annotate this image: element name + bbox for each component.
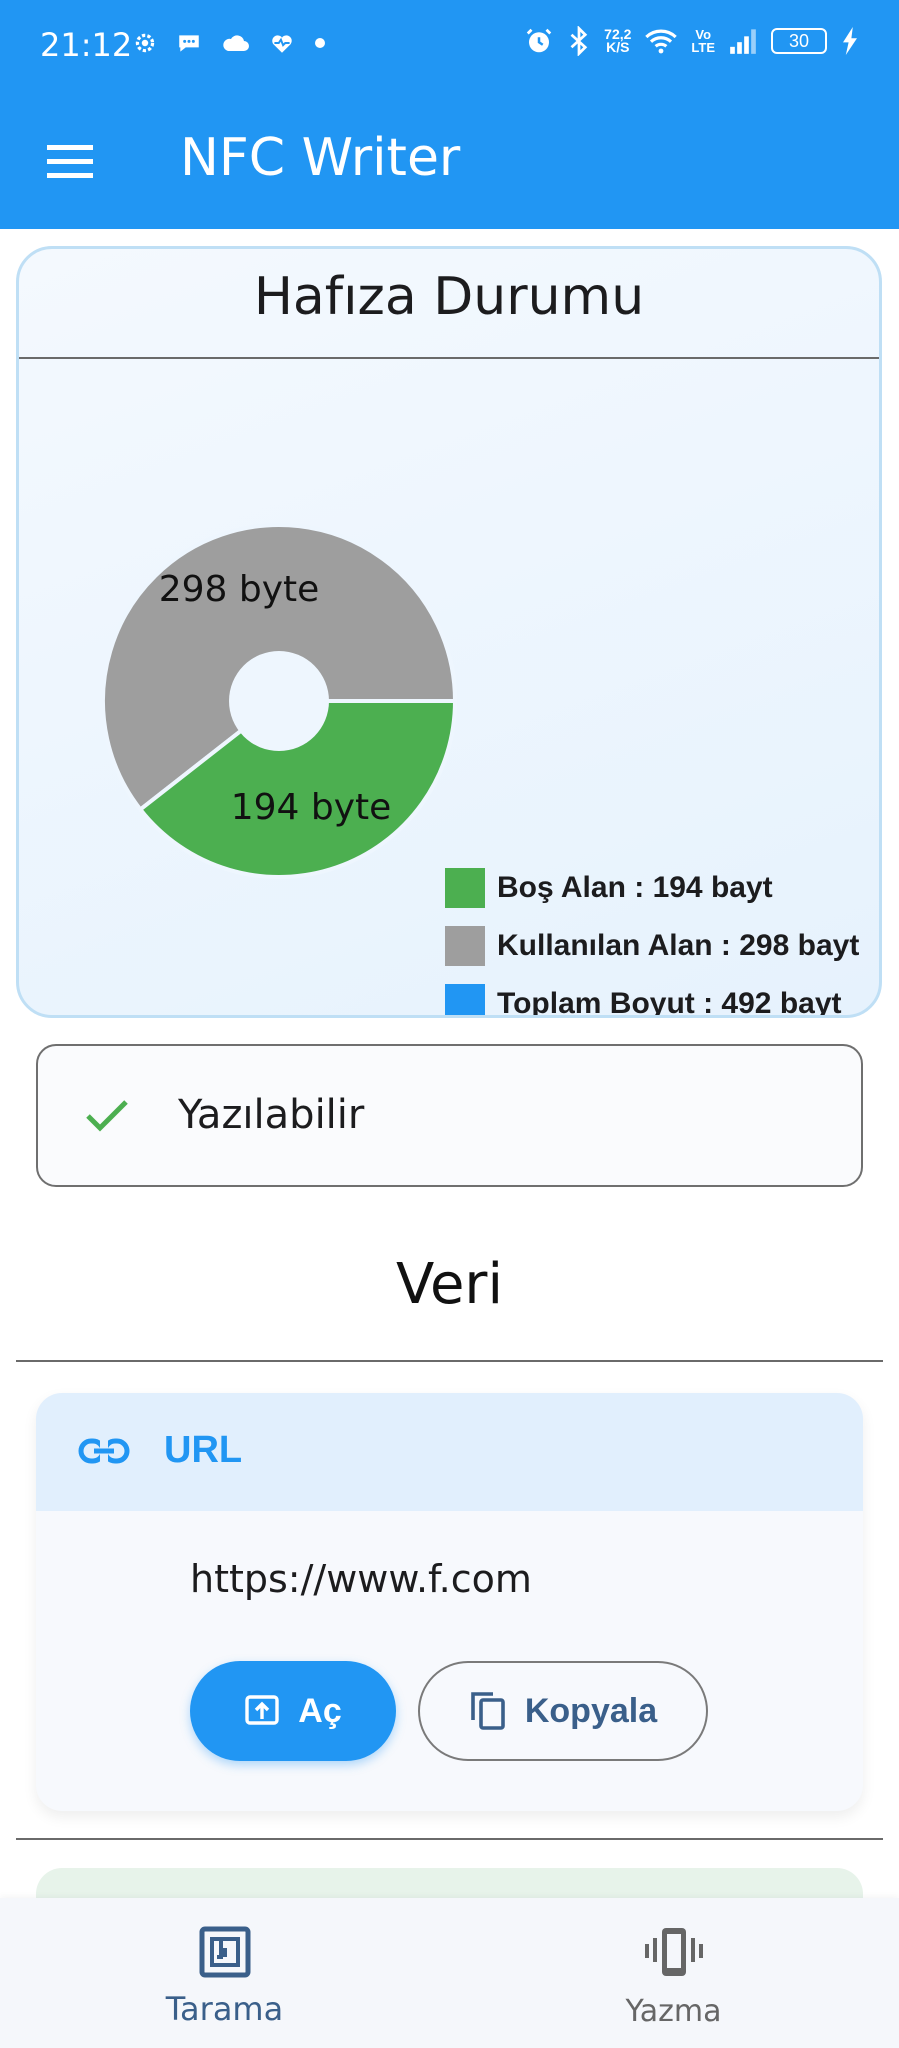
nav-label-tarama: Tarama <box>165 1990 284 2028</box>
url-record-card: URL https://www.f.com Aç Kopyala <box>36 1393 863 1811</box>
chat-bubble-icon <box>176 30 202 56</box>
signal-icon <box>729 28 757 54</box>
settings-icon <box>132 30 158 56</box>
app-title: NFC Writer <box>180 128 461 188</box>
check-icon <box>82 1090 132 1145</box>
nav-item-tarama[interactable]: Tarama <box>0 1898 449 2048</box>
legend-label: Toplam Boyut : 492 bayt <box>497 987 842 1018</box>
wifi-icon <box>645 27 678 55</box>
memory-donut-chart: 298 byte 194 byte <box>101 523 458 879</box>
hamburger-menu-icon <box>47 145 93 178</box>
nav-item-yazma[interactable]: Yazma <box>449 1898 898 2048</box>
slice-label: 194 byte <box>231 787 392 828</box>
legend-item: Boş Alan : 194 bayt <box>445 859 859 917</box>
chart-legend: Boş Alan : 194 bayt Kullanılan Alan : 298… <box>445 859 859 1018</box>
bottom-navigation: Tarama Yazma <box>0 1898 899 2048</box>
legend-swatch <box>445 926 485 966</box>
writable-status-text: Yazılabilir <box>178 1092 365 1138</box>
writable-status-card: Yazılabilir <box>36 1044 863 1187</box>
open-button-label: Aç <box>298 1691 342 1730</box>
vibrate-phone-icon <box>643 1926 705 1983</box>
nav-label-yazma: Yazma <box>625 1994 722 2029</box>
open-in-new-icon <box>245 1695 279 1725</box>
heart-pulse-icon <box>268 30 296 56</box>
bluetooth-icon <box>568 26 590 56</box>
legend-swatch <box>445 868 485 908</box>
open-url-button[interactable]: Aç <box>190 1661 396 1761</box>
battery-indicator: 30 <box>771 28 827 54</box>
divider <box>16 1838 883 1840</box>
legend-item: Toplam Boyut : 492 bayt <box>445 975 859 1018</box>
legend-label: Kullanılan Alan : 298 bayt <box>497 929 860 962</box>
copy-url-button[interactable]: Kopyala <box>418 1661 708 1761</box>
legend-item: Kullanılan Alan : 298 bayt <box>445 917 859 975</box>
copy-button-label: Kopyala <box>524 1691 658 1730</box>
app-bar: NFC Writer <box>0 100 899 220</box>
volte-bottom: LTE <box>691 40 715 55</box>
status-time: 21:12 <box>40 26 133 64</box>
nfc-icon <box>199 1926 251 1983</box>
link-icon <box>78 1431 130 1476</box>
memory-card-title: Hafıza Durumu <box>253 267 645 327</box>
divider <box>19 357 879 359</box>
cloud-icon <box>220 31 250 55</box>
copy-icon <box>471 1692 505 1730</box>
top-bar: 21:12 72,2 K/S Vo LTE 30 NFC Writer <box>0 0 899 229</box>
net-speed-unit: K/S <box>606 39 630 55</box>
status-bar: 21:12 72,2 K/S Vo LTE 30 <box>0 0 899 90</box>
alarm-icon <box>524 26 554 56</box>
data-section-title: Veri <box>396 1252 503 1317</box>
slice-label: 298 byte <box>159 569 320 610</box>
url-record-label: URL <box>164 1429 243 1471</box>
charging-bolt-icon <box>841 27 859 55</box>
legend-swatch <box>445 984 485 1015</box>
dot-icon <box>314 37 326 49</box>
url-value: https://www.f.com <box>190 1557 532 1601</box>
url-record-header: URL <box>36 1393 863 1511</box>
legend-label: Boş Alan : 194 bayt <box>497 871 773 904</box>
donut-hole <box>229 651 329 751</box>
divider <box>16 1360 883 1362</box>
menu-button[interactable] <box>40 132 100 192</box>
memory-status-card: Hafıza Durumu 298 byte 194 byte Boş Alan … <box>16 246 882 1018</box>
